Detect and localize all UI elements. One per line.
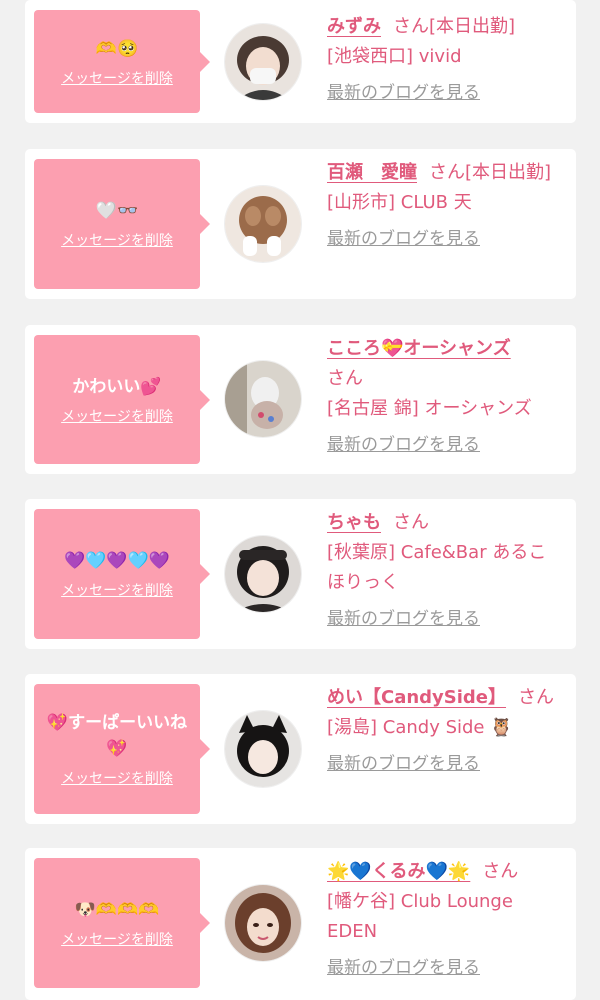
- message-text: 💖すーぱーいいね💖: [46, 713, 188, 759]
- message-card: 🤍👓 メッセージを削除 百瀬 愛瞳 さん[本日出勤] [山形市] CLUB 天 最…: [25, 149, 576, 299]
- cast-name-link[interactable]: 百瀬 愛瞳: [327, 162, 417, 183]
- message-card: 💖すーぱーいいね💖 メッセージを削除 めい【CandySide】 さん [湯島] …: [25, 674, 576, 824]
- avatar[interactable]: [225, 186, 301, 262]
- honorific: さん: [393, 512, 429, 533]
- avatar[interactable]: [225, 885, 301, 961]
- message-bubble: 🤍👓 メッセージを削除: [34, 159, 210, 289]
- delete-message-link[interactable]: メッセージを削除: [61, 580, 173, 600]
- avatar[interactable]: [225, 24, 301, 100]
- delete-message-link[interactable]: メッセージを削除: [61, 768, 173, 788]
- message-bubble: 💜🩵💜🩵💜 メッセージを削除: [34, 509, 210, 639]
- shop-text: [池袋西口] vivid: [327, 46, 462, 67]
- message-text: 🐶🫶🫶🫶: [74, 900, 160, 920]
- blog-link[interactable]: 最新のブログを見る: [327, 604, 559, 634]
- message-text: 🤍👓: [95, 201, 139, 221]
- shop-text: [山形市] CLUB 天: [327, 192, 472, 213]
- delete-message-link[interactable]: メッセージを削除: [61, 406, 173, 426]
- cast-info: 百瀬 愛瞳 さん[本日出勤] [山形市] CLUB 天 最新のブログを見る: [327, 158, 559, 254]
- cast-name-link[interactable]: めい【CandySide】: [327, 687, 506, 708]
- message-bubble: 🐶🫶🫶🫶 メッセージを削除: [34, 858, 210, 988]
- message-card: 💜🩵💜🩵💜 メッセージを削除 ちゃも さん [秋葉原] Cafe&Bar あるこほ…: [25, 499, 576, 649]
- message-text: 🫶🥺: [95, 38, 139, 59]
- shop-text: [秋葉原] Cafe&Bar あるこほりっく: [327, 542, 547, 593]
- cast-info: 🌟💙くるみ💙🌟 さん [幡ケ谷] Club Lounge EDEN 最新のブログを…: [327, 857, 559, 983]
- cast-info: こころ💝オーシャンズ さん [名古屋 錦] オーシャンズ 最新のブログを見る: [327, 334, 559, 460]
- message-text: 💜🩵💜🩵💜: [64, 551, 170, 571]
- cast-name-link[interactable]: ちゃも: [327, 512, 381, 533]
- honorific: さん: [429, 162, 465, 183]
- blog-link[interactable]: 最新のブログを見る: [327, 430, 559, 460]
- message-card: 🫶🥺 メッセージを削除 みずみ さん[本日出勤] [池袋西口] vivid 最新の…: [25, 0, 576, 123]
- cast-info: ちゃも さん [秋葉原] Cafe&Bar あるこほりっく 最新のブログを見る: [327, 508, 559, 634]
- avatar[interactable]: [225, 711, 301, 787]
- message-bubble: 🫶🥺 メッセージを削除: [34, 10, 210, 113]
- message-bubble: かわいい💕 メッセージを削除: [34, 335, 210, 464]
- avatar[interactable]: [225, 536, 301, 612]
- status-text: [本日出勤]: [429, 16, 516, 37]
- blog-link[interactable]: 最新のブログを見る: [327, 749, 559, 779]
- delete-message-link[interactable]: メッセージを削除: [61, 230, 173, 250]
- cast-name-link[interactable]: こころ💝オーシャンズ: [327, 338, 511, 359]
- shop-text: [湯島] Candy Side 🦉: [327, 717, 513, 738]
- shop-text: [幡ケ谷] Club Lounge EDEN: [327, 891, 513, 942]
- honorific: さん: [327, 368, 363, 389]
- message-bubble: 💖すーぱーいいね💖 メッセージを削除: [34, 684, 210, 814]
- cast-info: みずみ さん[本日出勤] [池袋西口] vivid 最新のブログを見る: [327, 12, 559, 108]
- message-card: かわいい💕 メッセージを削除 こころ💝オーシャンズ さん [名古屋 錦] オーシャ…: [25, 325, 576, 474]
- message-text: かわいい💕: [72, 376, 162, 397]
- delete-message-link[interactable]: メッセージを削除: [61, 68, 173, 88]
- blog-link[interactable]: 最新のブログを見る: [327, 224, 559, 254]
- cast-info: めい【CandySide】 さん [湯島] Candy Side 🦉 最新のブログ…: [327, 683, 559, 779]
- blog-link[interactable]: 最新のブログを見る: [327, 953, 559, 983]
- avatar[interactable]: [225, 361, 301, 437]
- honorific: さん: [393, 16, 429, 37]
- message-card: 🐶🫶🫶🫶 メッセージを削除 🌟💙くるみ💙🌟 さん [幡ケ谷] Club Loung…: [25, 848, 576, 1000]
- honorific: さん: [518, 687, 555, 708]
- status-text: [本日出勤]: [465, 162, 552, 183]
- blog-link[interactable]: 最新のブログを見る: [327, 78, 559, 108]
- cast-name-link[interactable]: 🌟💙くるみ💙🌟: [327, 861, 470, 882]
- honorific: さん: [482, 861, 519, 882]
- shop-text: [名古屋 錦] オーシャンズ: [327, 398, 532, 419]
- cast-name-link[interactable]: みずみ: [327, 16, 381, 37]
- delete-message-link[interactable]: メッセージを削除: [61, 929, 173, 949]
